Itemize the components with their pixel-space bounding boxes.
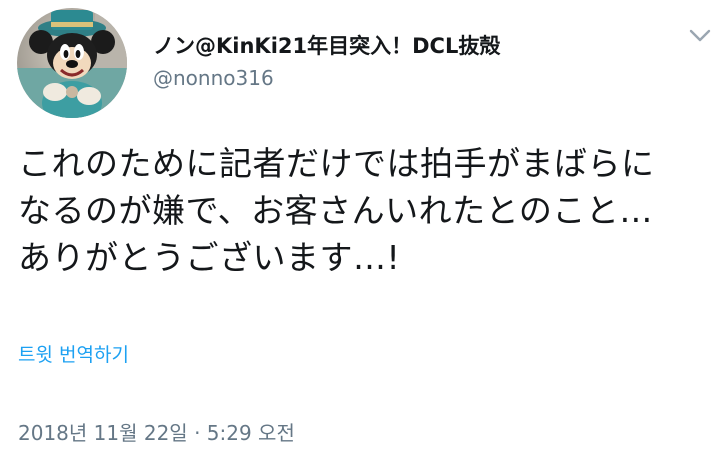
translate-tweet-link[interactable]: 트윗 번역하기: [18, 340, 129, 367]
author-handle[interactable]: @nonno316: [153, 66, 274, 90]
tweet-timestamp[interactable]: 2018년 11월 22일 · 5:29 오전: [18, 417, 295, 446]
author-display-name[interactable]: ノン@KinKi21年目突入！DCL抜殻: [153, 30, 500, 60]
tweet-text: これのために記者だけでは拍手がまばらに なるのが嫌で、お客さんいれたとのこと… …: [18, 144, 655, 277]
author-avatar[interactable]: [17, 8, 127, 118]
tweet-card: ノン@KinKi21年目突入！DCL抜殻 @nonno316 これのために記者だ…: [0, 0, 720, 455]
tweet-menu-button[interactable]: [680, 16, 720, 56]
avatar-mickey-icon: [17, 8, 127, 118]
chevron-down-icon: [689, 29, 711, 42]
